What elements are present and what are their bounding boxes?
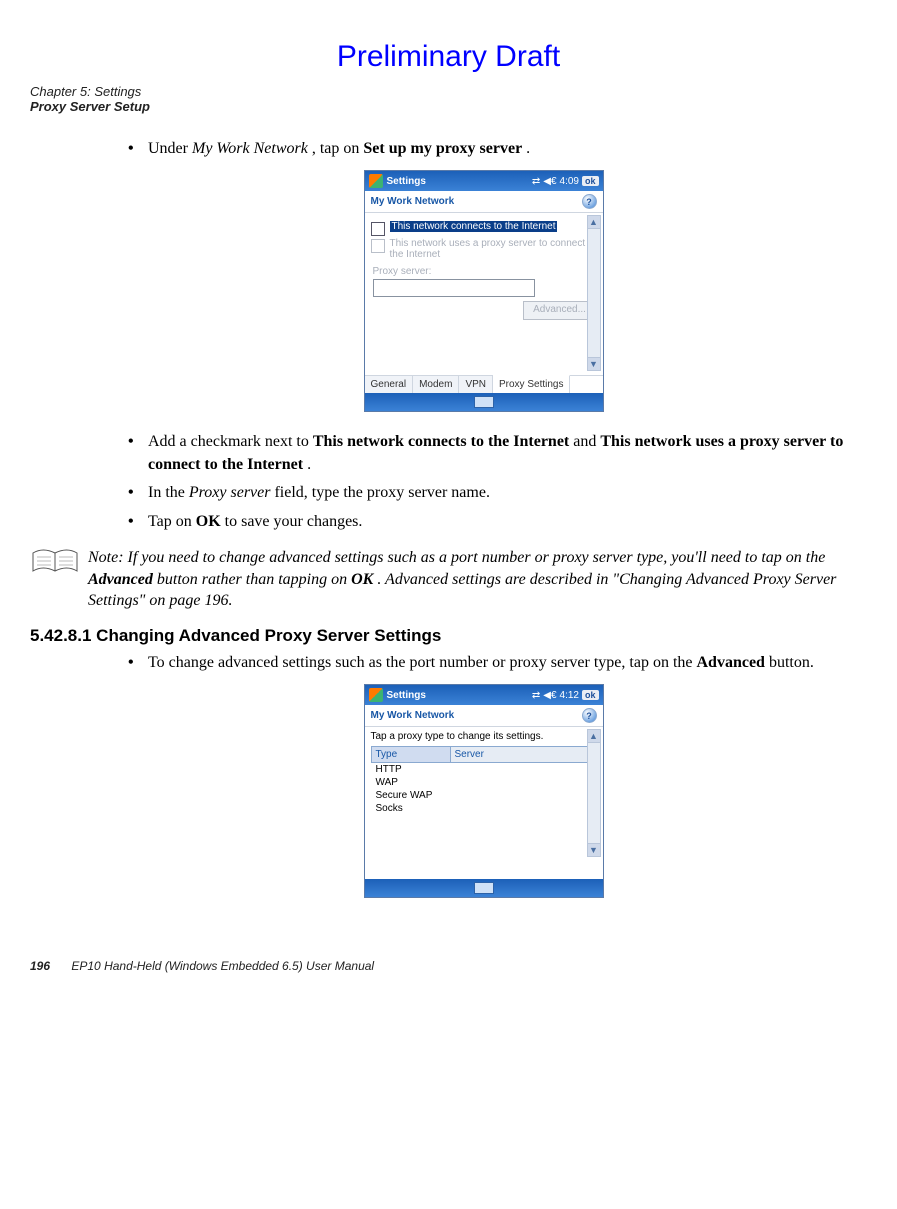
note-label: Note: — [88, 549, 124, 566]
help-icon[interactable]: ? — [582, 194, 597, 209]
step-4: Tap on OK to save your changes. — [120, 511, 847, 533]
tab-modem[interactable]: Modem — [413, 376, 459, 393]
text: If you need to change advanced settings … — [128, 549, 826, 566]
vertical-scrollbar[interactable]: ▲ ▼ — [587, 729, 601, 857]
checkbox-uses-proxy[interactable] — [371, 239, 385, 253]
text-em: Proxy server — [189, 484, 271, 501]
text-bold: OK — [351, 571, 373, 588]
tab-strip: General Modem VPN Proxy Settings — [365, 375, 603, 393]
checkbox-label: This network connects to the Internet — [390, 221, 558, 232]
table-header: Type Server — [371, 746, 597, 763]
connectivity-icon: ⇄ — [532, 176, 540, 187]
text: , tap on — [312, 140, 364, 157]
checkbox-connects-internet[interactable] — [371, 222, 385, 236]
checkbox-label: This network uses a proxy server to conn… — [390, 238, 597, 260]
windows-flag-icon — [369, 174, 383, 188]
text: button rather than tapping on — [157, 571, 351, 588]
titlebar: Settings ⇄ ◀€ 4:12 ok — [365, 685, 603, 705]
bottom-bar — [365, 879, 603, 897]
table-row[interactable]: Socks — [372, 802, 597, 815]
clock-text: 4:09 — [560, 176, 579, 187]
ok-button[interactable]: ok — [582, 176, 599, 186]
speaker-icon: ◀€ — [543, 690, 556, 701]
scroll-up-icon[interactable]: ▲ — [588, 216, 600, 229]
text: field, type the proxy server name. — [274, 484, 489, 501]
text: To change advanced settings such as the … — [148, 654, 697, 671]
text: . — [307, 456, 311, 473]
help-icon[interactable]: ? — [582, 708, 597, 723]
table-row[interactable]: HTTP — [372, 763, 597, 776]
book-icon — [30, 547, 80, 577]
text-bold: OK — [196, 513, 221, 530]
scroll-down-icon[interactable]: ▼ — [588, 843, 600, 856]
scroll-up-icon[interactable]: ▲ — [588, 730, 600, 743]
text: Tap on — [148, 513, 196, 530]
step-1: Under My Work Network , tap on Set up my… — [120, 138, 847, 160]
step-3: In the Proxy server field, type the prox… — [120, 482, 847, 504]
text: In the — [148, 484, 189, 501]
advanced-button[interactable]: Advanced... — [523, 301, 597, 320]
clock-text: 4:12 — [560, 690, 579, 701]
text: button. — [769, 654, 814, 671]
step-2: Add a checkmark next to This network con… — [120, 431, 847, 476]
tab-vpn[interactable]: VPN — [459, 376, 493, 393]
preliminary-draft-header: Preliminary Draft — [30, 40, 867, 74]
speaker-icon: ◀€ — [543, 176, 556, 187]
text: to save your changes. — [225, 513, 363, 530]
subsection-heading: 5.42.8.1 Changing Advanced Proxy Server … — [30, 626, 867, 646]
col-server: Server — [451, 747, 596, 762]
status-icons: ⇄ ◀€ 4:09 ok — [532, 176, 599, 187]
windows-flag-icon — [369, 688, 383, 702]
table-row[interactable]: Secure WAP — [372, 789, 597, 802]
screenshot-proxy-settings: Settings ⇄ ◀€ 4:09 ok My Work Network ? — [364, 170, 604, 412]
tab-proxy-settings[interactable]: Proxy Settings — [493, 375, 570, 393]
status-icons: ⇄ ◀€ 4:12 ok — [532, 690, 599, 701]
subsection-step: To change advanced settings such as the … — [120, 652, 847, 674]
page-number: 196 — [30, 959, 50, 973]
col-type: Type — [372, 747, 451, 762]
keyboard-icon[interactable] — [474, 882, 494, 894]
proxy-server-input[interactable] — [373, 279, 535, 297]
connectivity-icon: ⇄ — [532, 690, 540, 701]
proxy-server-label: Proxy server: — [373, 266, 597, 277]
bottom-bar — [365, 393, 603, 411]
titlebar-title: Settings — [387, 176, 528, 187]
text: Under — [148, 140, 192, 157]
vertical-scrollbar[interactable]: ▲ ▼ — [587, 215, 601, 371]
tab-general[interactable]: General — [365, 376, 414, 393]
instruction-text: Tap a proxy type to change its settings. — [365, 727, 603, 744]
manual-title: EP10 Hand-Held (Windows Embedded 6.5) Us… — [71, 959, 374, 973]
section-label: Proxy Server Setup — [30, 99, 867, 114]
text: and — [573, 433, 600, 450]
note-paragraph: Note: If you need to change advanced set… — [88, 547, 867, 612]
keyboard-icon[interactable] — [474, 396, 494, 408]
ok-button[interactable]: ok — [582, 690, 599, 700]
screenshot-advanced-proxy: Settings ⇄ ◀€ 4:12 ok My Work Network ? … — [364, 684, 604, 898]
titlebar: Settings ⇄ ◀€ 4:09 ok — [365, 171, 603, 191]
scroll-down-icon[interactable]: ▼ — [588, 357, 600, 370]
text: Add a checkmark next to — [148, 433, 313, 450]
screen-subheader: My Work Network — [371, 710, 455, 721]
text-em: My Work Network — [192, 140, 308, 157]
text: . — [526, 140, 530, 157]
text-bold: Set up my proxy server — [363, 140, 522, 157]
table-row[interactable]: WAP — [372, 776, 597, 789]
page-footer: 196 EP10 Hand-Held (Windows Embedded 6.5… — [30, 959, 867, 973]
titlebar-title: Settings — [387, 690, 528, 701]
chapter-label: Chapter 5: Settings — [30, 84, 867, 99]
text-bold: This network connects to the Internet — [313, 433, 569, 450]
screen-subheader: My Work Network — [371, 196, 455, 207]
text-bold: Advanced — [88, 571, 153, 588]
text-bold: Advanced — [697, 654, 765, 671]
